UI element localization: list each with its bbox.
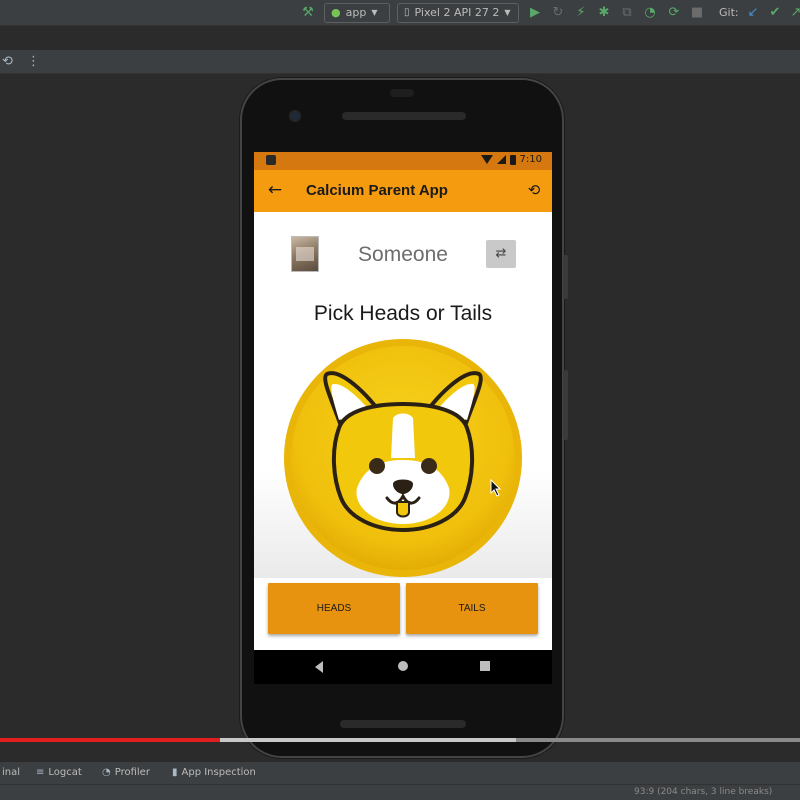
battery-icon <box>509 154 516 165</box>
attach-debugger-icon[interactable]: ⧉ <box>619 5 635 21</box>
run-config-label: app <box>345 6 367 19</box>
tab-logcat-label: Logcat <box>48 767 82 778</box>
volume-button[interactable] <box>563 255 568 299</box>
stop-icon[interactable]: ■ <box>689 5 705 21</box>
git-commit-icon[interactable]: ✔ <box>767 5 783 21</box>
app-title: Calcium Parent App <box>306 182 448 199</box>
sim-icon <box>266 155 276 165</box>
android-nav-bar <box>254 650 552 684</box>
profile-icon[interactable]: ◔ <box>642 5 658 21</box>
chevron-down-icon: ▼ <box>504 8 511 17</box>
ide-toolbar: ⚒ ● app ▼ ▯ Pixel 2 API 27 2 ▼ ▶ ↻ ⚡ ✱ ⧉… <box>0 0 800 26</box>
emulator-toolbar: ⟲ ⋮ <box>0 50 800 74</box>
cursor-position-status: 93:9 (204 chars, 3 line breaks) <box>634 787 773 797</box>
power-button[interactable] <box>563 370 568 440</box>
nav-recents-icon[interactable] <box>480 661 490 671</box>
nav-back-icon[interactable] <box>315 661 323 673</box>
tab-app-inspection-label: App Inspection <box>181 767 256 778</box>
android-icon: ● <box>331 6 341 19</box>
build-hammer-icon[interactable]: ⚒ <box>300 5 316 21</box>
mouse-cursor-icon <box>490 479 502 497</box>
phone-icon: ▯ <box>404 7 410 18</box>
video-progress-fill <box>0 738 220 742</box>
debug-icon[interactable]: ✱ <box>596 5 612 21</box>
device-sensor <box>390 89 414 97</box>
tab-profiler[interactable]: ◔ Profiler <box>102 767 150 778</box>
nav-home-icon[interactable] <box>398 661 408 671</box>
profiler-icon: ◔ <box>102 767 111 778</box>
front-camera-icon <box>289 110 301 122</box>
rotate-icon[interactable]: ⟲ <box>2 54 13 69</box>
ide-editor-gutter <box>0 27 800 49</box>
back-arrow-icon[interactable]: ← <box>264 179 286 201</box>
tab-terminal-label: inal <box>2 767 21 778</box>
corgi-coin-icon[interactable] <box>283 338 523 578</box>
heads-button[interactable]: HEADS <box>268 583 400 634</box>
wifi-icon <box>480 155 493 164</box>
coin-area <box>254 338 552 578</box>
apply-changes-icon[interactable]: ⚡ <box>573 5 589 21</box>
app-inspection-icon: ▮ <box>172 767 178 778</box>
logcat-icon: ≡ <box>36 767 45 778</box>
ide-status-bar: 93:9 (204 chars, 3 line breaks) <box>0 784 800 800</box>
tails-button[interactable]: TAILS <box>406 583 538 634</box>
run-config-select[interactable]: ● app ▼ <box>324 3 390 23</box>
git-label: Git: <box>719 6 739 19</box>
run-icon[interactable]: ▶ <box>527 5 543 21</box>
screen-root: ⚒ ● app ▼ ▯ Pixel 2 API 27 2 ▼ ▶ ↻ ⚡ ✱ ⧉… <box>0 0 800 800</box>
tab-logcat[interactable]: ≡ Logcat <box>36 767 82 778</box>
sync-icon[interactable]: ⟳ <box>666 5 682 21</box>
signal-icon <box>496 155 506 164</box>
phone-screen: 7:10 ← Calcium Parent App ⟲ Someone ⇄ Pi… <box>254 152 552 650</box>
device-label: Pixel 2 API 27 2 <box>414 6 500 19</box>
rerun-icon[interactable]: ↻ <box>550 5 566 21</box>
history-icon[interactable]: ⟲ <box>524 180 544 200</box>
app-bar: ← Calcium Parent App ⟲ <box>254 170 552 212</box>
chevron-down-icon: ▼ <box>371 8 378 17</box>
device-select[interactable]: ▯ Pixel 2 API 27 2 ▼ <box>397 3 519 23</box>
git-push-icon[interactable]: ↗ <box>788 5 800 21</box>
ide-bottom-tool-tabs: inal ≡ Logcat ◔ Profiler ▮ App Inspectio… <box>0 762 800 784</box>
more-options-icon[interactable]: ⋮ <box>27 54 40 69</box>
tab-terminal[interactable]: inal <box>2 767 20 778</box>
bottom-speaker <box>340 720 466 728</box>
tab-app-inspection[interactable]: ▮ App Inspection <box>172 767 256 778</box>
top-speaker <box>342 112 466 120</box>
android-status-bar: 7:10 <box>254 152 552 170</box>
pick-prompt: Pick Heads or Tails <box>313 302 493 325</box>
git-update-icon[interactable]: ↙ <box>745 5 761 21</box>
video-progress-bar[interactable] <box>0 738 800 742</box>
swap-user-button[interactable]: ⇄ <box>486 240 516 268</box>
tab-profiler-label: Profiler <box>114 767 150 778</box>
status-time: 7:10 <box>519 154 542 165</box>
